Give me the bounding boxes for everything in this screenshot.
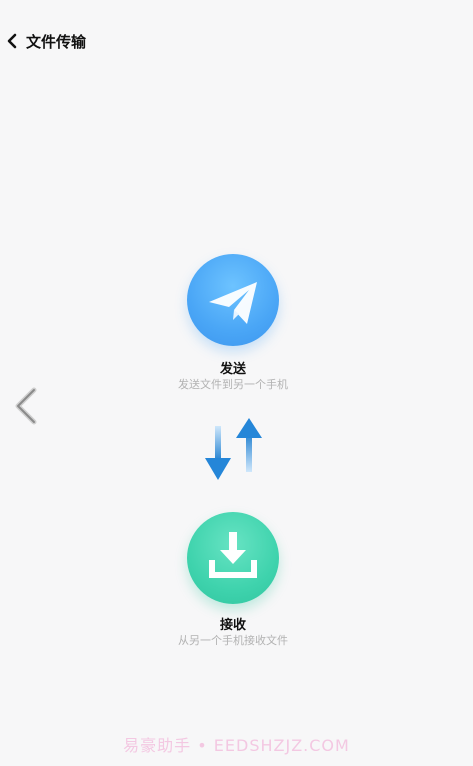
paper-plane-icon	[209, 282, 257, 324]
receive-label: 接收	[219, 618, 246, 633]
status-bar	[0, 0, 473, 18]
download-icon	[209, 532, 257, 578]
page-title: 文件传输	[26, 33, 87, 51]
header: 文件传输	[0, 22, 473, 60]
side-back-button[interactable]	[12, 386, 42, 426]
send-label: 发送	[219, 362, 246, 377]
up-down-arrows-icon	[205, 418, 262, 480]
back-button[interactable]	[4, 30, 22, 52]
receive-description: 从另一个手机接收文件	[178, 634, 288, 647]
chevron-left-icon	[7, 33, 17, 49]
transfer-arrows	[200, 414, 270, 486]
receive-button[interactable]	[187, 512, 279, 604]
watermark: 易豪助手 • EEDSHZJZ.COM	[123, 736, 350, 755]
send-button[interactable]	[187, 254, 279, 346]
send-description: 发送文件到另一个手机	[178, 378, 288, 391]
chevron-left-icon	[15, 387, 37, 425]
